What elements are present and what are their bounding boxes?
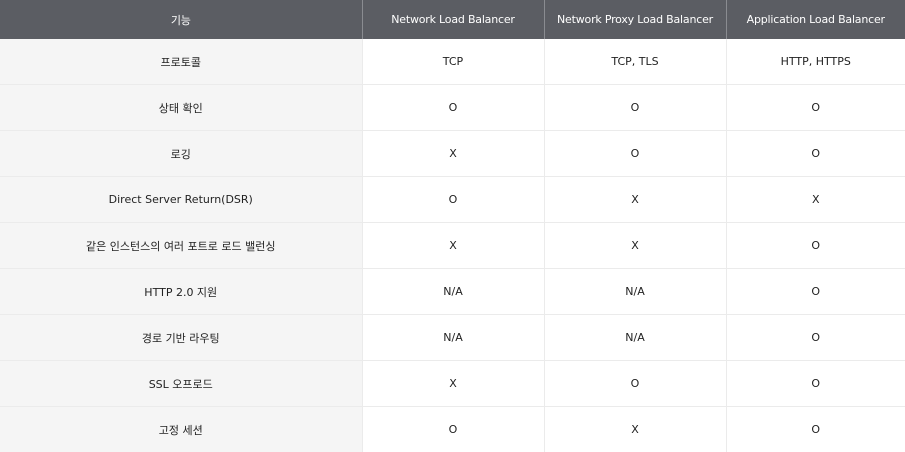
table-cell: N/A (362, 315, 544, 361)
header-network-proxy-lb: Network Proxy Load Balancer (544, 0, 726, 39)
table-cell: TCP (362, 39, 544, 85)
feature-cell: 고정 세션 (0, 407, 362, 452)
table-cell: O (544, 131, 726, 177)
feature-cell: 상태 확인 (0, 85, 362, 131)
table-cell: X (362, 223, 544, 269)
table-row: 프로토콜 TCP TCP, TLS HTTP, HTTPS (0, 39, 905, 85)
table-cell: O (362, 407, 544, 452)
feature-cell: 같은 인스턴스의 여러 포트로 로드 밸런싱 (0, 223, 362, 269)
table-cell: O (726, 131, 905, 177)
feature-cell: 경로 기반 라우팅 (0, 315, 362, 361)
table-cell: X (544, 177, 726, 223)
table-cell: N/A (362, 269, 544, 315)
table-row: 로깅 X O O (0, 131, 905, 177)
table-cell: O (726, 223, 905, 269)
table-cell: X (544, 407, 726, 452)
table-cell: O (362, 177, 544, 223)
table-cell: N/A (544, 315, 726, 361)
header-row: 기능 Network Load Balancer Network Proxy L… (0, 0, 905, 39)
table-row: 고정 세션 O X O (0, 407, 905, 452)
table-cell: O (726, 85, 905, 131)
table-cell: X (544, 223, 726, 269)
feature-cell: 프로토콜 (0, 39, 362, 85)
header-feature: 기능 (0, 0, 362, 39)
table-row: 상태 확인 O O O (0, 85, 905, 131)
table-cell: X (362, 131, 544, 177)
table-cell: O (726, 269, 905, 315)
table-row: 같은 인스턴스의 여러 포트로 로드 밸런싱 X X O (0, 223, 905, 269)
table-cell: O (726, 361, 905, 407)
table-cell: TCP, TLS (544, 39, 726, 85)
table-cell: O (362, 85, 544, 131)
feature-cell: Direct Server Return(DSR) (0, 177, 362, 223)
table-row: SSL 오프로드 X O O (0, 361, 905, 407)
table-cell: O (544, 361, 726, 407)
feature-cell: HTTP 2.0 지원 (0, 269, 362, 315)
table-cell: O (726, 407, 905, 452)
table-cell: X (362, 361, 544, 407)
header-application-lb: Application Load Balancer (726, 0, 905, 39)
load-balancer-comparison-table: 기능 Network Load Balancer Network Proxy L… (0, 0, 905, 452)
header-network-lb: Network Load Balancer (362, 0, 544, 39)
table-cell: X (726, 177, 905, 223)
table-row: Direct Server Return(DSR) O X X (0, 177, 905, 223)
table-row: 경로 기반 라우팅 N/A N/A O (0, 315, 905, 361)
table-row: HTTP 2.0 지원 N/A N/A O (0, 269, 905, 315)
table-header: 기능 Network Load Balancer Network Proxy L… (0, 0, 905, 39)
feature-cell: SSL 오프로드 (0, 361, 362, 407)
table-body: 프로토콜 TCP TCP, TLS HTTP, HTTPS 상태 확인 O O … (0, 39, 905, 452)
table-cell: O (726, 315, 905, 361)
table-cell: N/A (544, 269, 726, 315)
table-cell: HTTP, HTTPS (726, 39, 905, 85)
table-cell: O (544, 85, 726, 131)
feature-cell: 로깅 (0, 131, 362, 177)
